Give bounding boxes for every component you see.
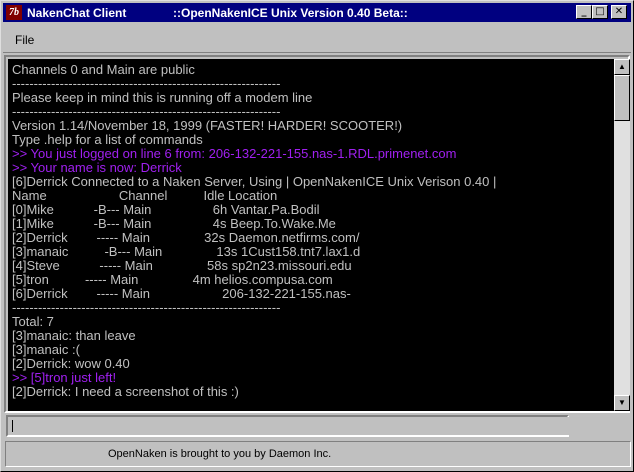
chat-line: [2]Derrick: I need a screenshot of this … [12,384,239,399]
chat-line: ----------------------------------------… [12,76,281,91]
chat-line: [0]Mike -B--- Main 6h Vantar.Pa.Bodil [12,202,320,217]
chat-line: ----------------------------------------… [12,104,281,119]
scroll-up-icon: ▲ [618,62,626,71]
chat-line: Version 1.14/November 18, 1999 (FASTER! … [12,118,403,133]
title-bar[interactable]: 7b NakenChat Client ::OpenNakenICE Unix … [3,3,631,22]
server-title: ::OpenNakenICE Unix Version 0.40 Beta:: [173,6,408,20]
minimize-icon: _ [581,6,587,17]
chat-line: [3]manaic: than leave [12,328,136,343]
chat-console[interactable]: Channels 0 and Main are public ----------… [8,59,614,411]
text-cursor [12,420,13,432]
vertical-scrollbar[interactable]: ▲ ▼ [614,59,630,411]
chat-log: Channels 0 and Main are public ----------… [12,63,496,399]
chat-line: [1]Mike -B--- Main 4s Beep.To.Wake.Me [12,216,336,231]
menu-bar: File [3,24,631,53]
chat-line: ----------------------------------------… [12,300,281,315]
scroll-thumb[interactable] [614,75,630,121]
minimize-button[interactable]: _ [576,5,592,19]
scroll-down-icon: ▼ [618,398,626,407]
status-text: OpenNaken is brought to you by Daemon In… [108,448,332,460]
chat-line: [3]manaic -B--- Main 13s 1Cust158.tnt7.l… [12,244,361,259]
chat-line: >> You just logged on line 6 from: 206-1… [12,146,457,161]
chat-line: [5]tron ----- Main 4m helios.compusa.com [12,272,333,287]
app-icon[interactable]: 7b [6,5,22,20]
chat-line: >> Your name is now: Derrick [12,160,182,175]
chat-console-frame: Channels 0 and Main are public ----------… [4,55,630,413]
chat-line: Type .help for a list of commands [12,132,203,147]
maximize-button[interactable]: □ [592,5,608,19]
scroll-up-button[interactable]: ▲ [614,59,630,75]
message-input-frame [6,415,571,437]
menu-file[interactable]: File [15,33,34,47]
status-bar: OpenNaken is brought to you by Daemon In… [5,441,631,467]
maximize-icon: □ [595,6,605,17]
chat-line: [6]Derrick ----- Main 206-132-221-155.na… [12,286,351,301]
app-title: NakenChat Client [27,6,127,20]
scroll-down-button[interactable]: ▼ [614,395,630,411]
chat-line: [4]Steve ----- Main 58s sp2n23.missouri.… [12,258,352,273]
chat-line: Please keep in mind this is running off … [12,90,313,105]
chat-line: >> [5]tron just left! [12,370,117,385]
chat-line: Channels 0 and Main are public [12,62,195,77]
menu-file-label: File [15,33,35,47]
chat-line: [2]Derrick: wow 0.40 [12,356,130,371]
close-button[interactable]: ✕ [611,5,627,19]
chat-line: [6]Derrick Connected to a Naken Server, … [12,174,497,189]
chat-line: [3]manaic :( [12,342,80,357]
close-icon: ✕ [614,6,624,17]
app-window: 7b NakenChat Client ::OpenNakenICE Unix … [0,0,634,472]
chat-line: Total: 7 [12,314,54,329]
chat-line: [2]Derrick ----- Main 32s Daemon.netfirm… [12,230,360,245]
message-input[interactable] [8,417,571,435]
chat-line: Name Channel Idle Location [12,188,278,203]
